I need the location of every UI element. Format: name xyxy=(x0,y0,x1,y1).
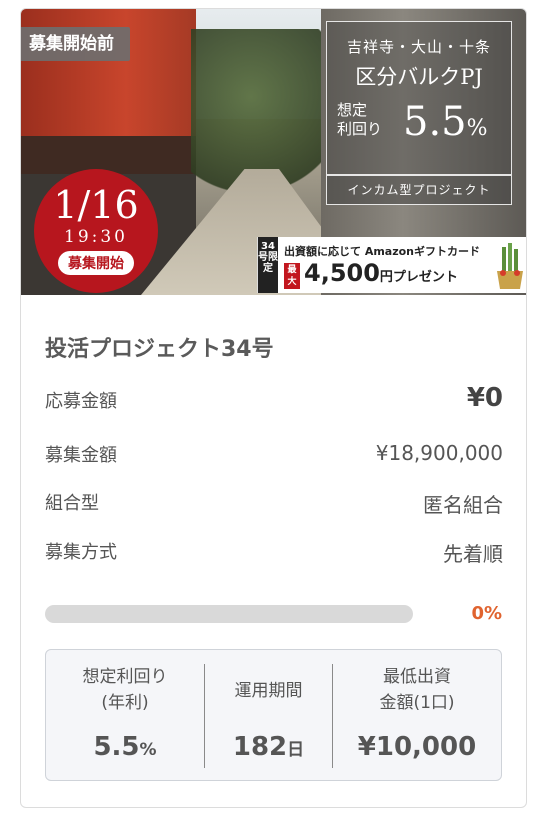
summary-period: 運用期間 182日 xyxy=(205,650,332,780)
promo-yield-label: 想定 利回り xyxy=(337,101,382,139)
gift-limit-label: 34号限定 xyxy=(258,237,278,293)
summary-yield: 想定利回り (年利) 5.5% xyxy=(46,650,204,780)
promo-type: インカム型プロジェクト xyxy=(326,175,512,205)
detail-value: 匿名組合 xyxy=(423,493,503,517)
detail-row-target: 募集金額 ¥18,900,000 xyxy=(45,441,503,471)
summary-min-label-1: 最低出資 xyxy=(383,667,451,687)
promo-yield-label-2: 利回り xyxy=(337,120,383,138)
detail-row-method: 募集方式 先着順 xyxy=(45,538,503,568)
hero-image[interactable]: 募集開始前 1/16 19:30 募集開始 吉祥寺・大山・十条 区分バルクPJ … xyxy=(21,9,526,295)
promo-yield-unit: % xyxy=(466,116,488,141)
date-badge-time: 19:30 xyxy=(64,227,128,247)
gift-banner: 34号限定 出資額に応じて Amazonギフトカード 最大 4,500円プレゼン… xyxy=(257,237,526,293)
summary-period-value: 182日 xyxy=(205,732,332,762)
promo-yield-number: 5.5 xyxy=(403,99,467,145)
promo-yield-value: 5.5% xyxy=(403,95,488,156)
promo-yield: 想定 利回り 5.5% xyxy=(327,95,511,155)
summary-yield-value: 5.5% xyxy=(46,732,204,762)
detail-row-applied: 応募金額 ¥0 xyxy=(45,383,503,417)
date-badge: 1/16 19:30 募集開始 xyxy=(34,169,158,293)
summary-period-number: 182 xyxy=(232,732,288,762)
summary-yield-label-1: 想定利回り xyxy=(82,667,168,687)
summary-min-investment: 最低出資 金額(1口) ¥10,000 xyxy=(333,650,501,780)
gift-amount-suffix: 円プレゼント xyxy=(379,270,458,285)
gift-max-label: 最大 xyxy=(284,263,300,289)
detail-label: 募集金額 xyxy=(45,445,117,466)
gift-headline: 出資額に応じて Amazonギフトカード xyxy=(284,245,481,258)
gift-amount: 4,500円プレゼント xyxy=(304,259,458,287)
summary-period-label: 運用期間 xyxy=(234,681,303,701)
gift-amount-value: 4,500 xyxy=(304,259,380,287)
summary-yield-label-2: (年利) xyxy=(101,693,149,713)
summary-panel: 想定利回り (年利) 5.5% 運用期間 182日 最低出資 金額(1口) ¥1… xyxy=(45,649,502,781)
progress-bar xyxy=(45,605,413,623)
summary-yield-unit: % xyxy=(139,740,157,760)
progress-percent: 0% xyxy=(471,603,502,624)
detail-label: 募集方式 xyxy=(45,542,117,563)
summary-period-unit: 日 xyxy=(287,740,305,760)
project-title[interactable]: 投活プロジェクト34号 xyxy=(45,331,274,363)
summary-min-value: ¥10,000 xyxy=(357,732,477,762)
detail-value: ¥0 xyxy=(466,383,503,413)
summary-min-label-2: 金額(1口) xyxy=(379,693,455,713)
status-tag: 募集開始前 xyxy=(21,27,130,61)
promo-yield-label-1: 想定 xyxy=(337,101,368,119)
detail-label: 組合型 xyxy=(45,493,99,514)
date-badge-date: 1/16 xyxy=(53,183,139,227)
promo-project-name: 区分バルクPJ xyxy=(355,65,483,89)
promo-location: 吉祥寺・大山・十条 xyxy=(346,38,491,56)
detail-row-union-type: 組合型 匿名組合 xyxy=(45,489,503,519)
project-card[interactable]: 募集開始前 1/16 19:30 募集開始 吉祥寺・大山・十条 区分バルクPJ … xyxy=(20,8,527,808)
kadomatsu-icon xyxy=(497,243,523,289)
summary-yield-number: 5.5 xyxy=(93,732,140,762)
date-badge-start-label: 募集開始 xyxy=(58,251,134,275)
detail-label: 応募金額 xyxy=(45,391,117,412)
detail-value: ¥18,900,000 xyxy=(375,441,503,465)
promo-box: 吉祥寺・大山・十条 区分バルクPJ 想定 利回り 5.5% xyxy=(326,21,512,175)
detail-value: 先着順 xyxy=(443,542,503,566)
